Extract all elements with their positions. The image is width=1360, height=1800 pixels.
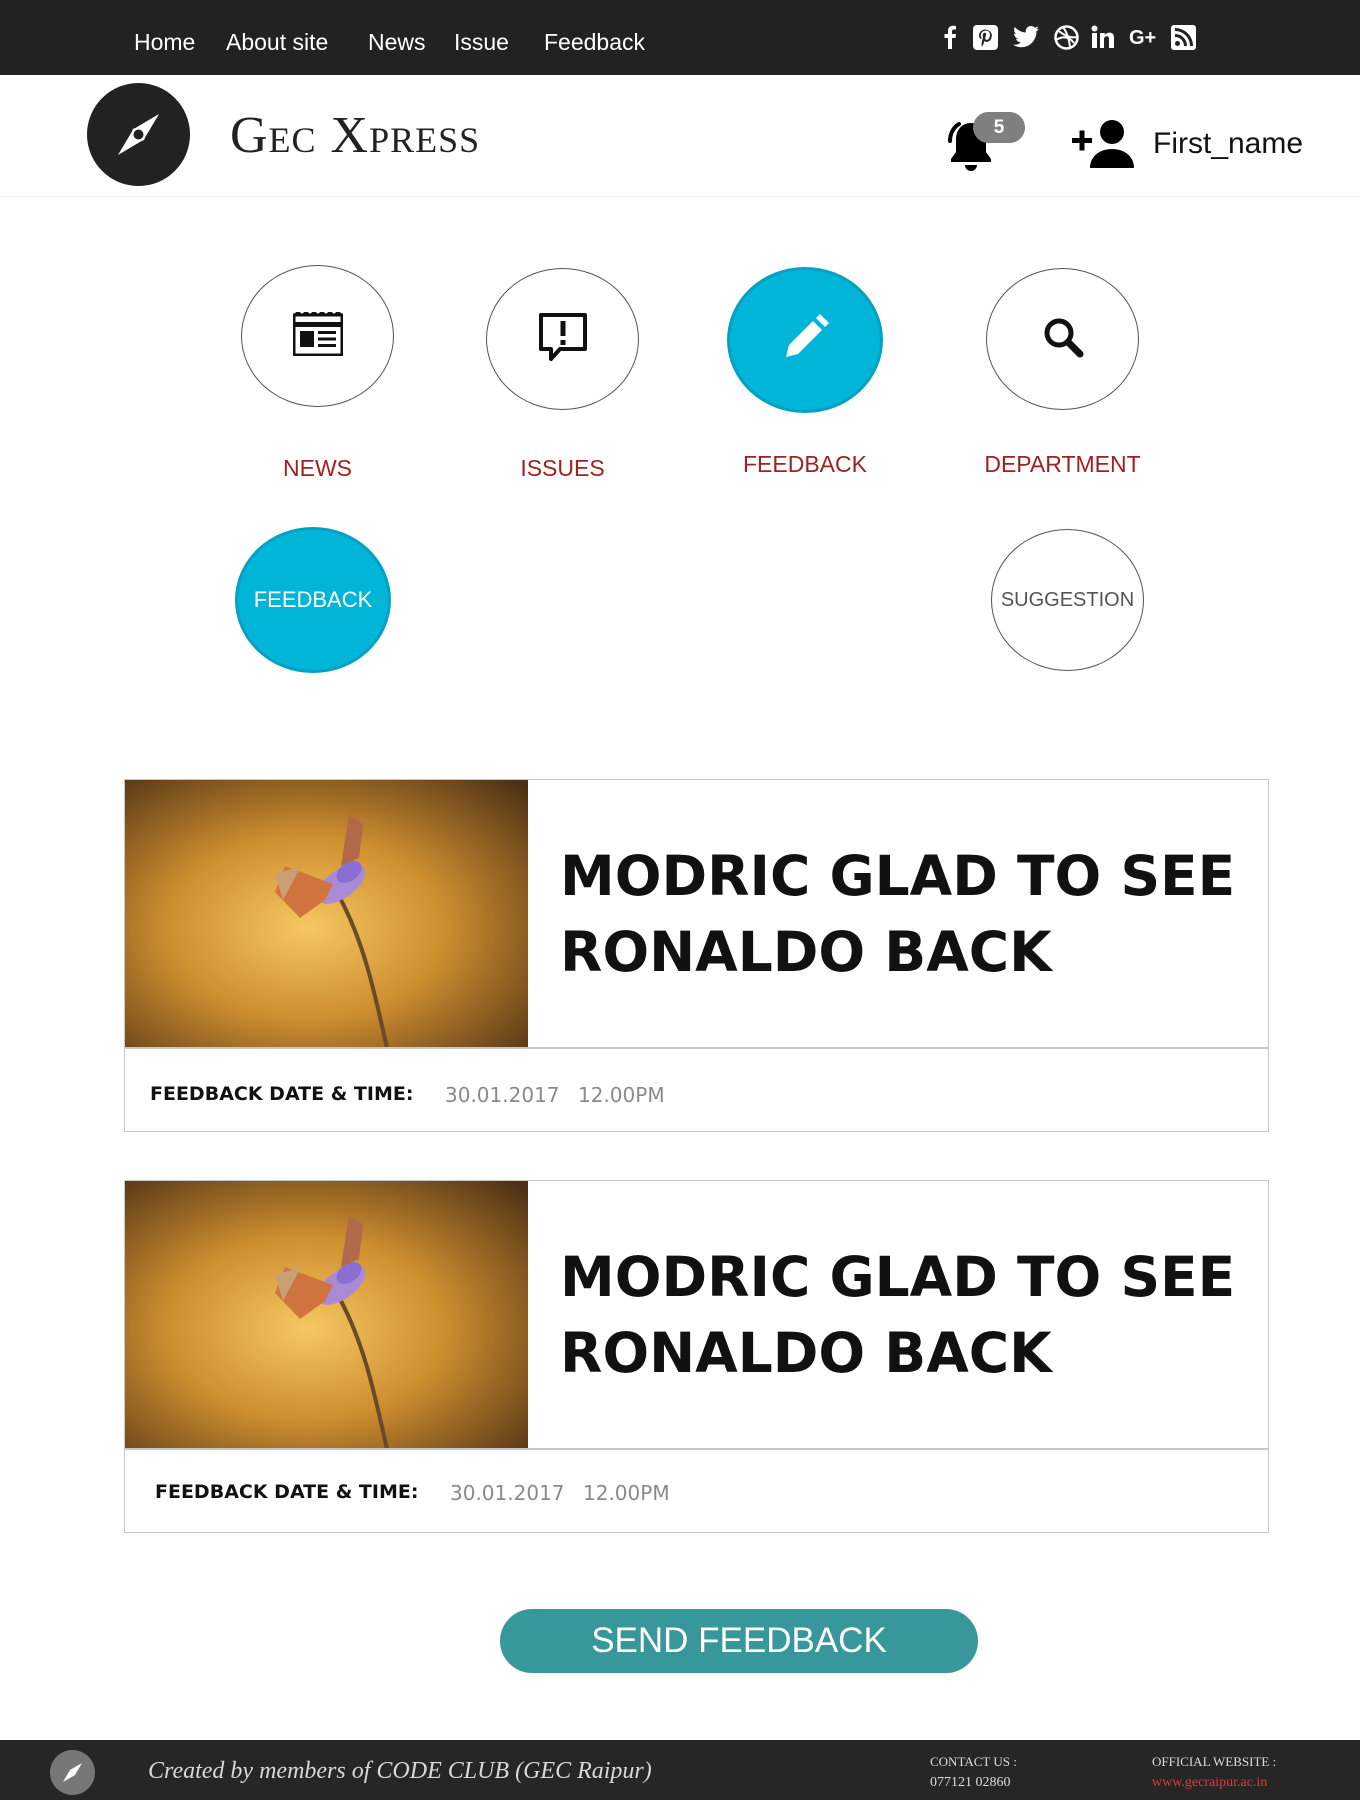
search-icon (1041, 315, 1085, 364)
linkedin-icon[interactable] (1090, 20, 1116, 54)
issues-button[interactable] (486, 268, 639, 410)
twitter-icon[interactable] (1012, 20, 1040, 54)
suggestion-label: SUGGESTION (1000, 588, 1135, 611)
footer-compass-icon (50, 1750, 95, 1795)
feedback-date: 30.01.2017 (445, 1083, 560, 1107)
card-divider (125, 1047, 1268, 1049)
nav-news-link[interactable]: News (368, 29, 426, 56)
feedback-card[interactable]: MODRIC GLAD TO SEE RONALDO BACK FEEDBACK… (124, 779, 1269, 1132)
svg-text:G+: G+ (1129, 27, 1156, 47)
card-divider (125, 1448, 1268, 1450)
nav-about-link[interactable]: About site (226, 29, 328, 56)
feedback-time: 12.00PM (583, 1481, 670, 1505)
contact-number: 077121 02860 (930, 1775, 1011, 1790)
department-button[interactable] (986, 268, 1139, 410)
menu-label-department[interactable]: DEPARTMENT (972, 451, 1153, 478)
feedback-image (125, 780, 528, 1048)
pencil-icon (780, 313, 830, 368)
nav-home-link[interactable]: Home (134, 29, 195, 56)
feedback-card[interactable]: MODRIC GLAD TO SEE RONALDO BACK FEEDBACK… (124, 1180, 1269, 1533)
newspaper-icon (292, 310, 343, 361)
send-feedback-button[interactable]: SEND FEEDBACK (500, 1609, 978, 1673)
feedback-image (125, 1181, 528, 1449)
feedback-title[interactable]: MODRIC GLAD TO SEE RONALDO BACK (560, 1239, 1250, 1391)
dribbble-icon[interactable] (1052, 20, 1080, 54)
menu-label-issues[interactable]: ISSUES (486, 455, 639, 482)
pinterest-icon[interactable] (972, 20, 998, 54)
menu-label-feedback[interactable]: FEEDBACK (727, 451, 883, 478)
notification-badge: 5 (973, 112, 1025, 143)
nav-feedback-link[interactable]: Feedback (544, 29, 645, 56)
contact-label: CONTACT US : (930, 1754, 1017, 1769)
feedback-button[interactable] (727, 267, 883, 413)
feedback-title[interactable]: MODRIC GLAD TO SEE RONALDO BACK (560, 838, 1250, 990)
username[interactable]: First_name (1153, 127, 1303, 161)
rss-icon[interactable] (1170, 20, 1196, 54)
sub-feedback-button[interactable]: FEEDBACK (235, 527, 391, 673)
feedback-meta-label: FEEDBACK DATE & TIME: (155, 1481, 419, 1503)
brand-title[interactable]: Gec Xpress (230, 106, 480, 165)
website-link[interactable]: www.gecraipur.ac.in (1152, 1775, 1267, 1791)
add-user-icon[interactable] (1070, 118, 1136, 170)
feedback-time: 12.00PM (578, 1083, 665, 1107)
sub-feedback-label: FEEDBACK (253, 587, 373, 612)
google-plus-icon[interactable]: G+ (1128, 20, 1162, 54)
feedback-meta-label: FEEDBACK DATE & TIME: (150, 1083, 414, 1105)
menu-label-news[interactable]: NEWS (241, 455, 394, 482)
news-button[interactable] (241, 265, 394, 407)
report-icon (538, 312, 588, 367)
nav-issue-link[interactable]: Issue (454, 29, 509, 56)
facebook-icon[interactable] (938, 20, 962, 54)
compass-logo-icon[interactable] (87, 83, 190, 186)
footer-credit: Created by members of CODE CLUB (GEC Rai… (148, 1758, 652, 1784)
feedback-date: 30.01.2017 (450, 1481, 565, 1505)
suggestion-button[interactable]: SUGGESTION (991, 529, 1144, 671)
website-label: OFFICIAL WEBSITE : (1152, 1754, 1277, 1769)
